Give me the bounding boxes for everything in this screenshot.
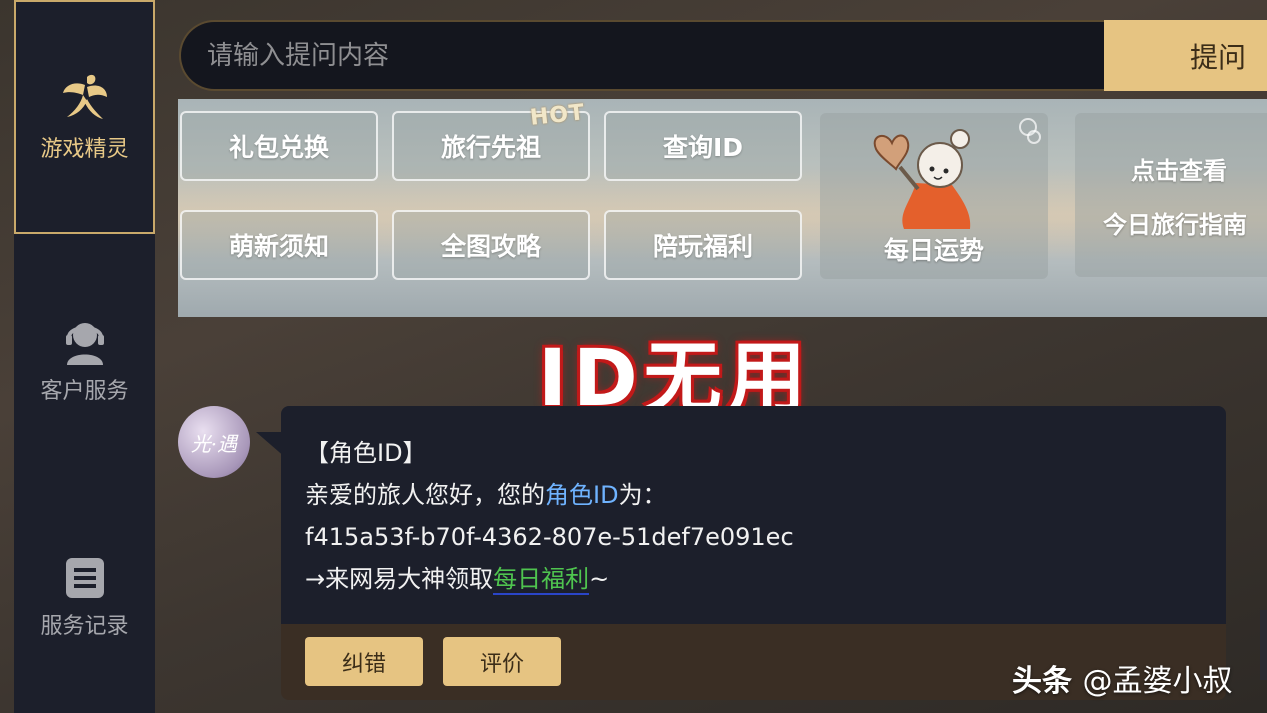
guide-line-2: 今日旅行指南 (1103, 211, 1247, 239)
daily-benefit-link[interactable]: 每日福利 (493, 565, 590, 595)
list-record-icon (64, 556, 106, 600)
daily-fortune-card[interactable]: 每日运势 (820, 113, 1048, 279)
watermark-handle: @孟婆小叔 (1082, 664, 1233, 699)
companion-benefit-button[interactable]: 陪玩福利 (604, 210, 802, 280)
fortune-label: 每日运势 (883, 236, 984, 265)
full-map-guide-button[interactable]: 全图攻略 (392, 210, 590, 280)
cta-prefix: →来网易大神领取 (305, 565, 494, 593)
guide-line-1: 点击查看 (1131, 157, 1227, 185)
newbie-guide-button[interactable]: 萌新须知 (180, 210, 378, 280)
sidebar-item-label: 服务记录 (40, 614, 129, 639)
headset-agent-icon (63, 319, 107, 365)
greeting-suffix: 为： (618, 481, 667, 509)
query-id-button[interactable]: 查询ID (604, 111, 802, 181)
watermark: 头条 @孟婆小叔 (1012, 656, 1232, 700)
fairy-icon (61, 71, 109, 123)
message-title: 【角色ID】 (305, 439, 427, 467)
ask-button[interactable]: 提问 (1104, 20, 1267, 91)
greeting-prefix: 亲爱的旅人您好，您的 (305, 481, 545, 509)
quick-actions-banner: 礼包兑换 旅行先祖 查询ID 萌新须知 全图攻略 陪玩福利 HOT 每日运势 点… (178, 99, 1267, 317)
role-id-link[interactable]: 角色ID (545, 481, 619, 509)
correct-error-button[interactable]: 纠错 (305, 637, 423, 686)
sidebar-item-service-records[interactable]: 服务记录 (14, 548, 155, 648)
daily-guide-card[interactable]: 点击查看 今日旅行指南 (1075, 113, 1267, 277)
sidebar: 游戏精灵 客户服务 服务记录 (14, 0, 155, 713)
message-cta: →来网易大神领取每日福利~ (305, 558, 1226, 600)
rate-button[interactable]: 评价 (443, 637, 561, 686)
message-greeting: 亲爱的旅人您好，您的角色ID为： (305, 474, 1226, 516)
search-input[interactable] (179, 20, 1104, 91)
sidebar-item-customer-service[interactable]: 客户服务 (14, 312, 155, 412)
search-bar: 提问 (179, 20, 1267, 91)
cta-suffix: ~ (589, 565, 610, 593)
role-id-value: f415a53f-b70f-4362-807e-51def7e091ec (305, 523, 794, 551)
watermark-brand: 头条 (1012, 664, 1072, 699)
edge-handle[interactable] (1260, 610, 1267, 680)
sidebar-item-label: 游戏精灵 (40, 137, 129, 162)
gift-redeem-button[interactable]: 礼包兑换 (180, 111, 378, 181)
avatar-logo-text: 光·遇 (190, 431, 238, 456)
fortune-character-icon (873, 118, 1041, 229)
message-card: 【角色ID】 亲爱的旅人您好，您的角色ID为： f415a53f-b70f-43… (281, 406, 1226, 624)
sidebar-item-game-sprite[interactable]: 游戏精灵 (14, 0, 155, 234)
bot-avatar: 光·遇 (178, 406, 250, 478)
sidebar-item-label: 客户服务 (40, 379, 129, 404)
